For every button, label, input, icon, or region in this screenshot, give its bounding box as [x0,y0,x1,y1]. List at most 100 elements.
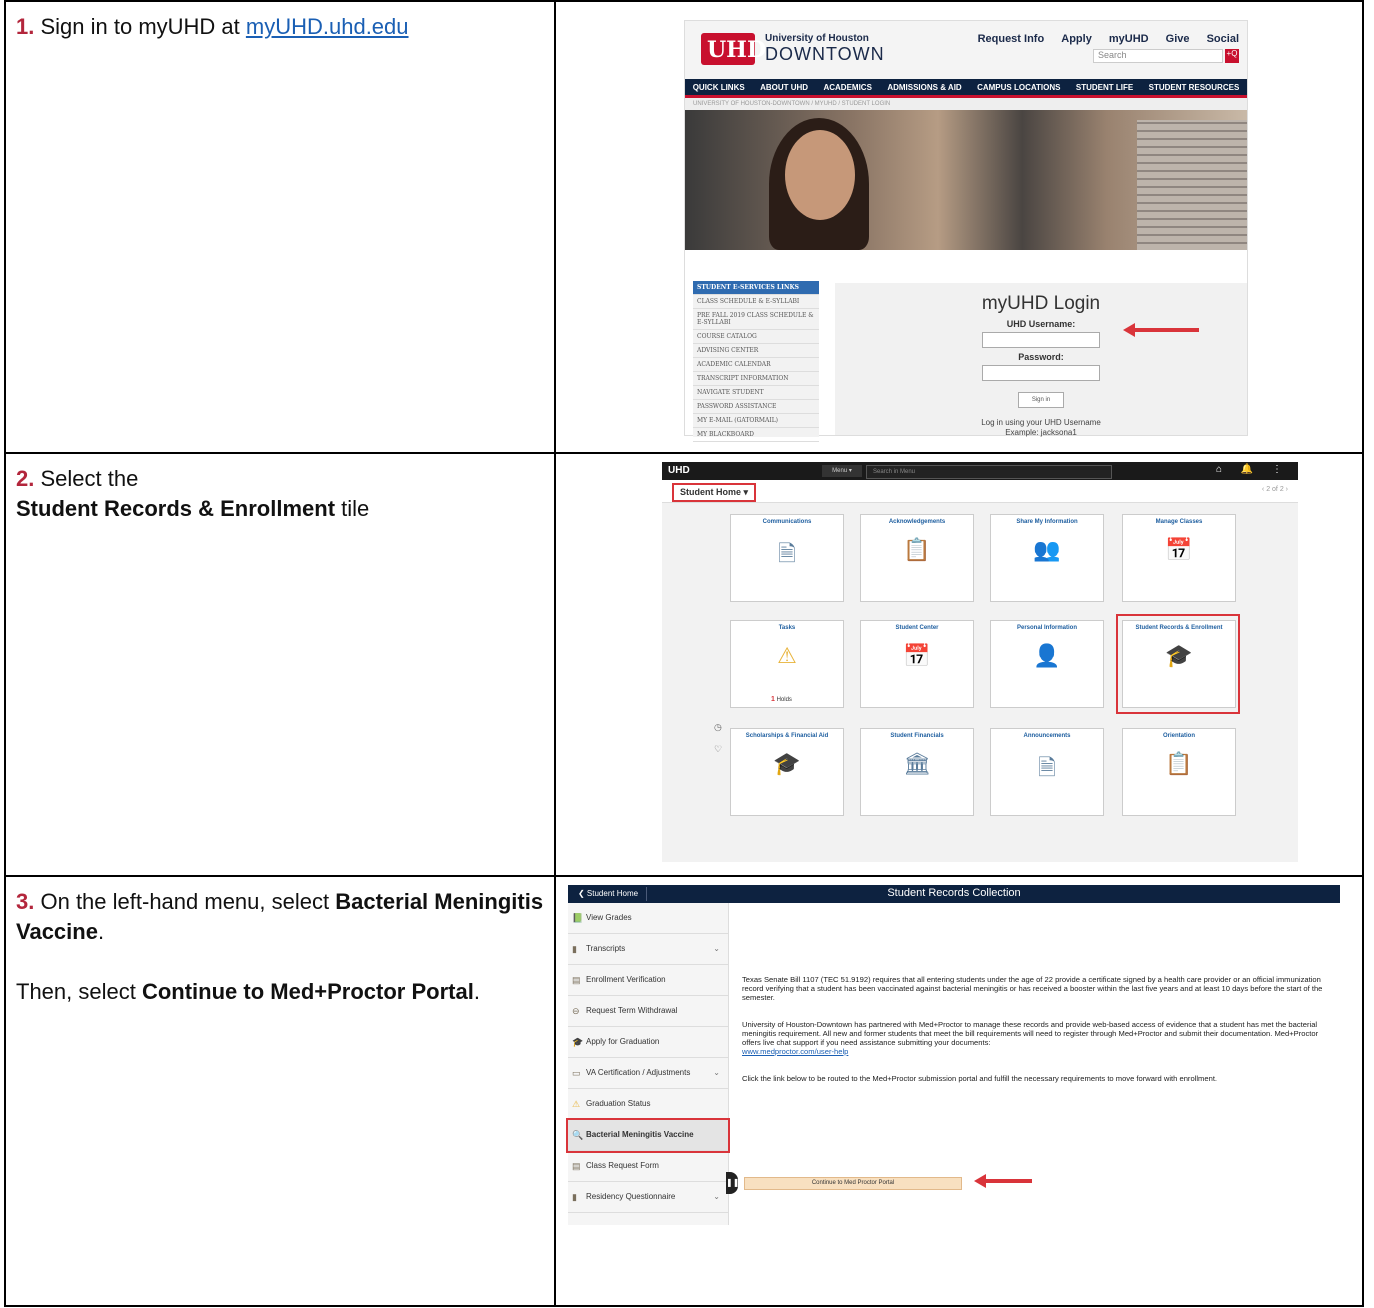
top-nav-social[interactable]: Social [1207,33,1239,45]
nav-item-bacterial-meningitis-vaccine[interactable]: 🔍 Bacterial Meningitis Vaccine [566,1118,730,1153]
chevron-down-icon: ⌄ [713,1192,720,1201]
side-link[interactable]: NAVIGATE STUDENT [693,386,819,400]
paragraph-instructions: Click the link below to be routed to the… [742,1074,1218,1083]
tile-share-my-information[interactable]: Share My Information 👥 [990,514,1104,602]
favorites-icon[interactable]: ♡ [714,744,722,755]
side-link[interactable]: TRANSCRIPT INFORMATION [693,372,819,386]
side-link[interactable]: MY E-MAIL (GATORMAIL) [693,414,819,428]
hero-photo [685,110,1247,250]
search-icon: 🔍 [572,1130,584,1140]
tile-announcements[interactable]: Announcements 🗎 [990,728,1104,816]
tile-manage-classes[interactable]: Manage Classes 📅 [1122,514,1236,602]
tile-title: Student Center [895,625,939,631]
tile-scholarships[interactable]: Scholarships & Financial Aid 🎓 [730,728,844,816]
medproctor-help-link[interactable]: www.medproctor.com/user-help [742,1047,848,1056]
nav-label: Graduation Status [586,1099,651,1108]
highlight-box [1116,614,1240,714]
continue-med-proctor-button[interactable]: Continue to Med Proctor Portal [744,1177,962,1190]
nav-student-resources[interactable]: STUDENT RESOURCES [1149,83,1240,92]
residency-icon: ▮ [572,1192,577,1202]
building-photo [1137,120,1247,250]
recent-icon[interactable]: ◷ [714,722,722,733]
collapse-nav-button[interactable]: ❚❚ [726,1172,739,1194]
nav-about[interactable]: ABOUT UHD [760,83,808,92]
left-nav: 📗 View Grades ▮ Transcripts ⌄ ▤ Enrollment V… [566,903,730,1225]
top-nav-request-info[interactable]: Request Info [978,33,1045,45]
side-link[interactable]: ADVISING CENTER [693,344,819,358]
header-icons[interactable]: ⌂ 🔔 ⋮ [1216,464,1290,475]
nav-campus[interactable]: CAMPUS LOCATIONS [977,83,1060,92]
nav-item-va-certification[interactable]: ▭ VA Certification / Adjustments ⌄ [568,1058,728,1089]
arrow-icon [974,1174,1032,1188]
side-link[interactable]: ACADEMIC CALENDAR [693,358,819,372]
nav-item-graduation-status[interactable]: ⚠ Graduation Status [568,1089,728,1120]
nav-label: Apply for Graduation [586,1037,660,1046]
paragraph-med-proctor: University of Houston-Downtown has partn… [742,1020,1328,1056]
va-icon: ▭ [572,1068,581,1078]
withdrawal-icon: ⊖ [572,1006,580,1016]
nav-item-enrollment-verification[interactable]: ▤ Enrollment Verification [568,965,728,996]
search-button[interactable]: +Q [1225,49,1239,63]
uhd-logo: UHD [701,33,766,65]
student-home-dropdown[interactable]: Student Home ▾ [672,483,757,502]
myuhd-link[interactable]: myUHD.uhd.edu [246,14,409,39]
sign-in-button[interactable]: Sign in [1018,392,1064,408]
tile-orientation[interactable]: Orientation 📋 [1122,728,1236,816]
login-title: myUHD Login [981,293,1101,314]
page-indicator[interactable]: ‹ 2 of 2 › [1262,486,1288,493]
side-link[interactable]: CLASS SCHEDULE & E-SYLLABI [693,295,819,309]
holds-count: 1 Holds [771,696,792,703]
tile-student-center[interactable]: Student Center 📅 [860,620,974,708]
side-link[interactable]: PRE FALL 2019 CLASS SCHEDULE & E-SYLLABI [693,309,819,330]
nav-student-life[interactable]: STUDENT LIFE [1076,83,1133,92]
nav-item-residency-questionnaire[interactable]: ▮ Residency Questionnaire ⌄ [568,1182,728,1213]
transcript-icon: ▮ [572,944,577,954]
side-link[interactable]: COURSE CATALOG [693,330,819,344]
graduation-icon: 🎓 [572,1037,584,1047]
password-field[interactable] [982,365,1100,381]
nav-item-class-request-form[interactable]: ▤ Class Request Form [568,1151,728,1182]
top-nav-give[interactable]: Give [1166,33,1190,45]
step-1-row: 1. Sign in to myUHD at myUHD.uhd.edu UHD… [4,0,1364,454]
tile-title: Student Financials [890,733,944,739]
step-number: 3. [16,889,35,914]
calendar-user-icon: 📅 [903,643,931,668]
breadcrumb: UNIVERSITY OF HOUSTON-DOWNTOWN / MYUHD /… [685,98,1247,110]
eservices-links: STUDENT E-SERVICES LINKS CLASS SCHEDULE … [693,281,819,442]
nav-item-transcripts[interactable]: ▮ Transcripts ⌄ [568,934,728,965]
step-text-end: tile [335,496,370,521]
menu-button[interactable]: Menu ▾ [822,465,862,477]
warning-icon: ⚠ [777,643,797,668]
step-3-instruction: 3. On the left-hand menu, select Bacteri… [6,877,554,1007]
university-name-big: DOWNTOWN [765,44,885,64]
tile-personal-information[interactable]: Personal Information 👤 [990,620,1104,708]
site-search-input[interactable]: Search [1093,49,1223,63]
step-text: On the left-hand menu, select [40,889,336,914]
nav-item-view-grades[interactable]: 📗 View Grades [568,903,728,934]
nav-quick-links[interactable]: QUICK LINKS [693,83,745,92]
student-home-header: Student Home ▾ ‹ 2 of 2 › [662,480,1298,503]
side-link[interactable]: MY BLACKBOARD [693,428,819,442]
paragraph-text: University of Houston-Downtown has partn… [742,1020,1319,1047]
verification-icon: ▤ [572,975,581,985]
tile-title: Personal Information [1016,625,1077,631]
step-text-end: . [97,919,105,944]
nav-item-apply-for-graduation[interactable]: 🎓 Apply for Graduation [568,1027,728,1058]
tile-title: Tasks [778,625,796,631]
tile-acknowledgements[interactable]: Acknowledgements 📋 [860,514,974,602]
tile-student-financials[interactable]: Student Financials 🏛 [860,728,974,816]
student-home-screenshot: UHD Menu ▾ Search in Menu ⌂ 🔔 ⋮ Student … [662,462,1298,862]
side-link[interactable]: PASSWORD ASSISTANCE [693,400,819,414]
user-edit-icon: 👤 [1033,643,1061,668]
tile-communications[interactable]: Communications 🗎 [730,514,844,602]
tile-tasks[interactable]: Tasks ⚠ 1 Holds [730,620,844,708]
nav-academics[interactable]: ACADEMICS [823,83,871,92]
nav-admissions[interactable]: ADMISSIONS & AID [887,83,961,92]
top-nav-myuhd[interactable]: myUHD [1109,33,1149,45]
step-2-row: 2. Select the Student Records & Enrollme… [4,452,1364,877]
nav-item-request-term-withdrawal[interactable]: ⊖ Request Term Withdrawal [568,996,728,1027]
step-number: 2. [16,466,35,491]
username-field[interactable] [982,332,1100,348]
menu-search-input[interactable]: Search in Menu [866,465,1112,479]
top-nav-apply[interactable]: Apply [1061,33,1092,45]
